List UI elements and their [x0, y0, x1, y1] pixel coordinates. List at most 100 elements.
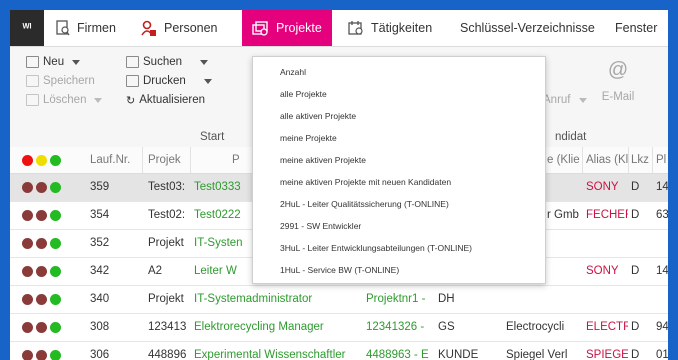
- save-icon: [26, 75, 39, 87]
- cell-projekt: Projekt: [148, 237, 184, 249]
- menu-item-anzahl[interactable]: Anzahl: [280, 67, 306, 77]
- row-status-dots: [22, 210, 61, 221]
- tab-fenster[interactable]: Fenster: [615, 10, 657, 46]
- tab-firmen-label: Firmen: [77, 21, 116, 35]
- chevron-down-icon: [94, 97, 103, 103]
- row-status-dots: [22, 238, 61, 249]
- menu-item-1hul-service-bw[interactable]: 1HuL - Service BW (T-ONLINE): [280, 265, 399, 275]
- delete-label: Löschen: [43, 94, 87, 106]
- print-button[interactable]: Drucken: [126, 72, 212, 90]
- cell-projekt: Test03:: [148, 181, 186, 193]
- cell-alias: ELECTRC: [586, 321, 628, 333]
- tab-projekte[interactable]: Projekte: [242, 10, 332, 46]
- at-icon: @: [607, 59, 629, 81]
- col-header-pl[interactable]: Pl: [656, 147, 666, 173]
- tab-fenster-label: Fenster: [615, 21, 658, 35]
- email-button[interactable]: @ E-Mail: [596, 59, 640, 103]
- table-row[interactable]: 306 448896 Experimental Wissenschaftler …: [10, 342, 668, 360]
- chevron-down-icon: [72, 59, 81, 65]
- print-label: Drucken: [143, 75, 186, 87]
- cell-projektnr: 12341326 -: [366, 321, 425, 333]
- cell-projekt: Test02:: [148, 209, 186, 221]
- menu-item-alle-projekte[interactable]: alle Projekte: [280, 89, 327, 99]
- tab-personen[interactable]: Personen: [141, 10, 218, 46]
- col-header-lkz[interactable]: Lkz: [631, 147, 649, 173]
- cell-title: Experimental Wissenschaftler: [194, 349, 346, 360]
- row-status-dots: [22, 182, 61, 193]
- cell-laufnr: 354: [90, 209, 110, 221]
- ribbon-group-kandidat: ndidat: [555, 131, 587, 143]
- delete-button[interactable]: Löschen: [26, 91, 103, 109]
- cell-alias: SONY: [586, 181, 619, 193]
- tab-firmen[interactable]: Firmen: [56, 10, 116, 46]
- cell-laufnr: 359: [90, 181, 110, 193]
- save-button[interactable]: Speichern: [26, 72, 95, 90]
- save-label: Speichern: [43, 75, 95, 87]
- cell-lkz: D: [631, 181, 640, 193]
- person-lock-icon: [141, 20, 156, 36]
- menu-item-meine-aktiven-mit-kandidaten[interactable]: meine aktiven Projekte mit neuen Kandida…: [280, 177, 451, 187]
- menu-item-alle-aktiven-projekte[interactable]: alle aktiven Projekte: [280, 111, 356, 121]
- col-header-klie[interactable]: e (Klie: [547, 147, 580, 173]
- new-button[interactable]: Neu: [26, 53, 81, 71]
- chevron-down-icon: [578, 97, 587, 103]
- tab-taetigkeiten[interactable]: Tätigkeiten: [348, 10, 432, 46]
- calendar-icon: [348, 21, 363, 35]
- app-window: ᵂᴵ Firmen Personen Projekte Tätigkeiten …: [10, 10, 668, 360]
- cell-lkz: D: [631, 321, 640, 333]
- tab-schluessel-verzeichnisse[interactable]: Schlüssel-Verzeichnisse: [460, 10, 595, 46]
- menu-item-2hul-leiter-qs[interactable]: 2HuL - Leiter Qualitätssicherung (T-ONLI…: [280, 199, 449, 209]
- column-divider: [628, 147, 629, 173]
- cell-laufnr: 342: [90, 265, 110, 277]
- call-button[interactable]: Anruf: [543, 91, 587, 109]
- cell-alias: SONY: [586, 265, 619, 277]
- menubar: ᵂᴵ Firmen Personen Projekte Tätigkeiten …: [10, 10, 668, 47]
- cell-projekt: 123413: [148, 321, 187, 333]
- cell-klie: Spiegel Verl: [506, 349, 568, 360]
- col-header-projekt[interactable]: Projek: [148, 147, 181, 173]
- column-divider: [142, 147, 143, 173]
- print-icon: [126, 75, 139, 87]
- column-divider: [190, 147, 191, 173]
- cell-klie: [547, 174, 581, 201]
- row-status-dots: [22, 322, 61, 333]
- search-button[interactable]: Suchen: [126, 53, 209, 71]
- col-header-laufnr[interactable]: Lauf.Nr.: [90, 147, 130, 173]
- new-label: Neu: [43, 56, 65, 68]
- table-row[interactable]: 340 Projekt IT-Systemadministrator Proje…: [10, 286, 668, 314]
- cell-kuerzel: DH: [438, 293, 455, 305]
- col-header-alias[interactable]: Alias (Kl: [586, 147, 628, 173]
- cell-pl: 14: [656, 181, 668, 193]
- row-status-dots: [22, 294, 61, 305]
- menu-item-3hul-leiter-entwicklung[interactable]: 3HuL - Leiter Entwicklungsabteilungen (T…: [280, 243, 472, 253]
- menu-item-2991-sw-entwickler[interactable]: 2991 - SW Entwickler: [280, 221, 361, 231]
- tab-taetigkeiten-label: Tätigkeiten: [371, 21, 433, 35]
- row-status-dots: [22, 350, 61, 360]
- cell-laufnr: 340: [90, 293, 110, 305]
- search-label: Suchen: [143, 56, 183, 68]
- building-icon: [56, 20, 70, 36]
- cell-pl: 01: [656, 349, 668, 360]
- refresh-button[interactable]: ↻ Aktualisieren: [126, 91, 205, 109]
- cell-kuerzel: GS: [438, 321, 455, 333]
- cell-laufnr: 306: [90, 349, 110, 360]
- menu-item-meine-projekte[interactable]: meine Projekte: [280, 133, 337, 143]
- row-status-dots: [22, 266, 61, 277]
- menu-item-meine-aktiven-projekte[interactable]: meine aktiven Projekte: [280, 155, 366, 165]
- cell-alias: FECHER -: [586, 209, 628, 221]
- status-dot-red: [22, 155, 33, 166]
- cell-title: Elektrorecycling Manager: [194, 321, 324, 333]
- column-divider: [582, 147, 583, 173]
- cell-klie: r Gmb: [547, 209, 579, 221]
- table-row[interactable]: 308 123413 Elektrorecycling Manager 1234…: [10, 314, 668, 342]
- status-filter-dots[interactable]: [22, 155, 61, 166]
- col-header-p[interactable]: P: [232, 147, 240, 173]
- app-logo[interactable]: ᵂᴵ: [10, 10, 44, 46]
- refresh-label: Aktualisieren: [139, 94, 206, 106]
- cell-lkz: D: [631, 265, 640, 277]
- cell-laufnr: 352: [90, 237, 110, 249]
- ribbon-group-start: Start: [200, 131, 225, 143]
- cell-title: IT-Systemadministrator: [194, 293, 313, 305]
- status-dot-yellow: [36, 155, 47, 166]
- delete-icon: [26, 94, 39, 106]
